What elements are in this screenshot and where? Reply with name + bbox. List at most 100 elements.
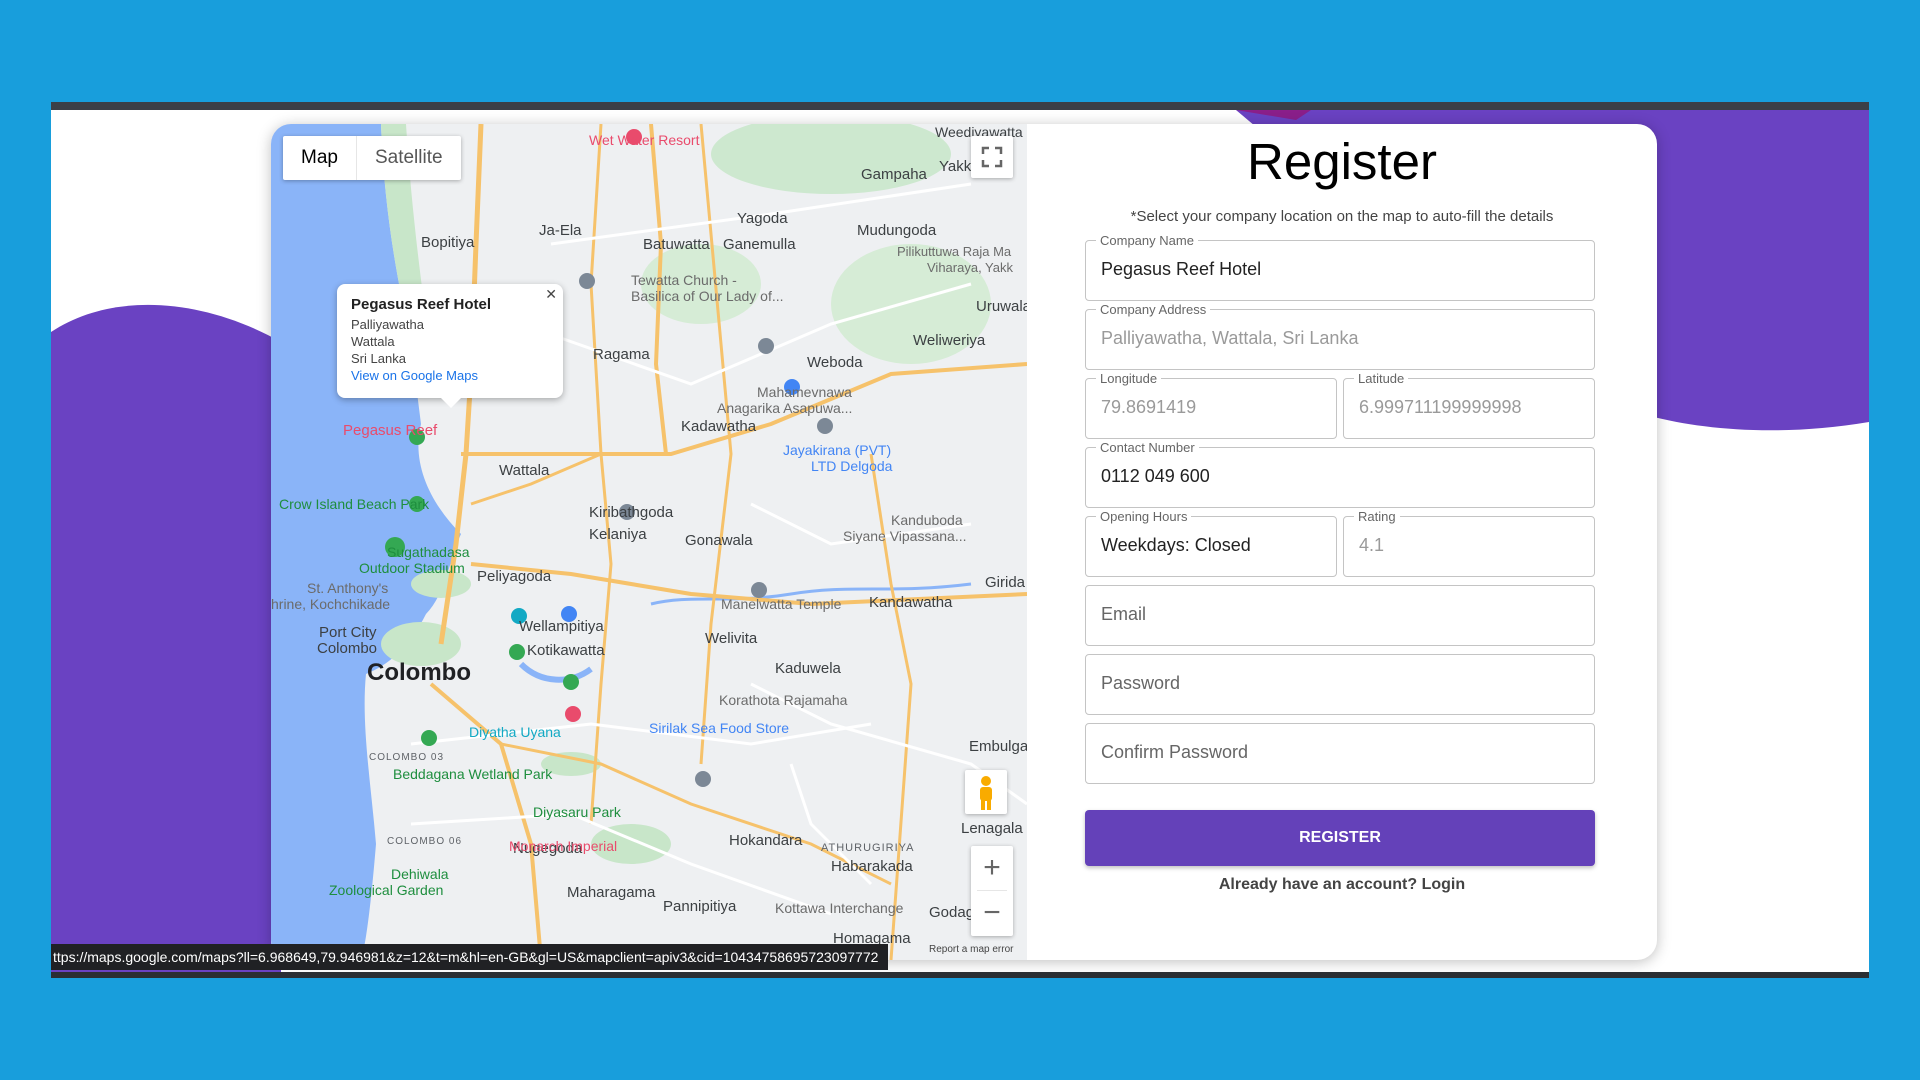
map-label-sirilak: Sirilak Sea Food Store [649,720,790,736]
google-map[interactable]: Colombo Wattala Ragama Ja-Ela Bopitiya B… [271,124,1027,960]
map-label-mahamevnawa: Mahamevnawa [757,384,852,400]
email-field[interactable]: Email [1085,585,1595,646]
map-label-embulga: Embulga [969,738,1027,755]
latitude-field[interactable]: Latitude 6.999711199999998 [1343,371,1595,439]
map-label-pegasus-reef: Pegasus Reef [343,422,438,439]
zoom-control: + − [971,846,1013,936]
password-field[interactable]: Password [1085,654,1595,715]
map-label-korathota: Korathota Rajamaha [719,692,848,708]
map-label-viharaya: Viharaya, Yakk [927,260,1013,275]
map-label-yagoda: Yagoda [737,210,788,227]
map-label-crow-island: Crow Island Beach Park [279,496,430,512]
map-label-diyatha: Diyatha Uyana [469,724,561,740]
longitude-field[interactable]: Longitude 79.8691419 [1085,371,1337,439]
password-placeholder: Password [1101,673,1181,693]
satellite-view-button[interactable]: Satellite [357,136,461,180]
info-window-title: Pegasus Reef Hotel [351,296,492,313]
browser-window: Colombo Wattala Ragama Ja-Ela Bopitiya B… [51,102,1869,978]
contact-number-field[interactable]: Contact Number 0112 049 600 [1085,440,1595,508]
opening-hours-field[interactable]: Opening Hours Weekdays: Closed [1085,509,1337,577]
map-label-kiribathgoda: Kiribathgoda [589,504,674,521]
zoom-in-button[interactable]: + [971,846,1013,890]
map-label-beddagana: Beddagana Wetland Park [393,766,553,782]
map-label-habarakada: Habarakada [831,858,913,875]
field-label: Company Address [1096,302,1211,317]
map-label-pilikuttuwa: Pilikuttuwa Raja Ma [897,244,1012,259]
field-label: Contact Number [1096,440,1199,455]
map-label-athurugiriya: ATHURUGIRIYA [821,842,915,854]
map-label-colombo-03: COLOMBO 03 [369,752,445,763]
map-label-bopitiya: Bopitiya [421,234,475,251]
report-map-error-link[interactable]: Report a map error [929,944,1013,955]
company-name-field[interactable]: Company Name Pegasus Reef Hotel [1085,233,1595,301]
map-type-control: Map Satellite [283,136,461,180]
map-label-kaduwela: Kaduwela [775,660,841,677]
confirm-password-field[interactable]: Confirm Password [1085,723,1595,784]
map-label-hokandara: Hokandara [729,832,803,849]
map-label-zoological: Zoological Garden [329,882,444,898]
map-label-wet-water-resort: Wet Water Resort [589,132,700,148]
map-label-lenagala: Lenagala [961,820,1023,837]
map-labels: Colombo Wattala Ragama Ja-Ela Bopitiya B… [271,124,1027,960]
zoom-out-button[interactable]: − [971,891,1013,935]
page-title: Register [1247,133,1437,190]
map-label-yakk: Yakk [939,158,972,175]
window-bottom-bar [51,972,1869,978]
close-icon[interactable]: ✕ [545,286,557,303]
register-card: Colombo Wattala Ragama Ja-Ela Bopitiya B… [271,124,1657,960]
confirm-password-placeholder: Confirm Password [1101,742,1249,762]
map-info-window: ✕ Pegasus Reef Hotel Palliyawatha Wattal… [337,284,563,408]
map-label-gonawala: Gonawala [685,532,753,549]
map-label-st-anthony: St. Anthony's [307,580,389,596]
email-placeholder: Email [1101,604,1147,624]
map-label-kottawa: Kottawa Interchange [775,900,904,916]
info-window-line: Palliyawatha [351,317,424,332]
fullscreen-button[interactable] [971,136,1013,178]
field-value: 0112 049 600 [1101,466,1210,486]
street-view-pegman[interactable] [965,770,1007,814]
map-label-dehiwala: Dehiwala [391,866,449,882]
map-label-diyasaru: Diyasaru Park [533,804,621,820]
map-label-sugathadasa: Sugathadasa [387,544,470,560]
map-label-kotikawatta: Kotikawatta [527,642,605,659]
map-label-wattala: Wattala [499,462,550,479]
info-window-line: Wattala [351,334,395,349]
company-address-field[interactable]: Company Address Palliyawatha, Wattala, S… [1085,302,1595,370]
field-value: 79.8691419 [1101,397,1197,417]
field-value: 6.999711199999998 [1359,397,1522,417]
rating-field[interactable]: Rating 4.1 [1343,509,1595,577]
status-bar-url: ttps://maps.google.com/maps?ll=6.968649,… [51,944,889,970]
field-label: Rating [1354,509,1400,524]
map-label-girida: Girida [985,574,1026,591]
register-button[interactable]: REGISTER [1085,810,1595,866]
map-label-kandawatha: Kandawatha [869,594,953,611]
map-label-siyane: Siyane Vipassana... [843,528,967,544]
map-label-ltd-delgoda: LTD Delgoda [811,458,893,474]
login-link[interactable]: Already have an account? Login [1027,876,1657,894]
map-label-colombo: Colombo [367,659,471,686]
map-label-basilica: Basilica of Our Lady of... [631,288,784,304]
map-view-button[interactable]: Map [283,136,357,180]
map-label-colombo-06: COLOMBO 06 [387,836,463,847]
field-value: Palliyawatha, Wattala, Sri Lanka [1101,328,1359,348]
register-form: Register *Select your company location o… [1027,124,1657,960]
map-label-ja-ela: Ja-Ela [539,222,582,239]
map-label-batuwatta: Batuwatta [643,236,710,253]
map-label-weboda: Weboda [807,354,863,371]
field-value: Weekdays: Closed [1101,535,1251,555]
field-label: Company Name [1096,233,1198,248]
map-label-ganemulla: Ganemulla [723,236,796,253]
map-label-kochchikade: hrine, Kochchikade [271,596,391,612]
map-label-manelwatta: Manelwatta Temple [721,596,842,612]
map-label-kanduboda: Kanduboda [891,512,963,528]
field-label: Longitude [1096,371,1162,386]
map-label-kelaniya: Kelaniya [589,526,647,543]
map-label-tewatta: Tewatta Church - [631,272,737,288]
field-label: Opening Hours [1096,509,1192,524]
map-label-godag: Godag [929,904,975,921]
map-label-mudungoda: Mudungoda [857,222,937,239]
map-label-jayakirana: Jayakirana (PVT) [783,442,892,458]
map-label-outdoor-stadium: Outdoor Stadium [359,560,465,576]
view-on-google-maps-link[interactable]: View on Google Maps [351,367,549,384]
map-label-gampaha: Gampaha [861,166,927,183]
